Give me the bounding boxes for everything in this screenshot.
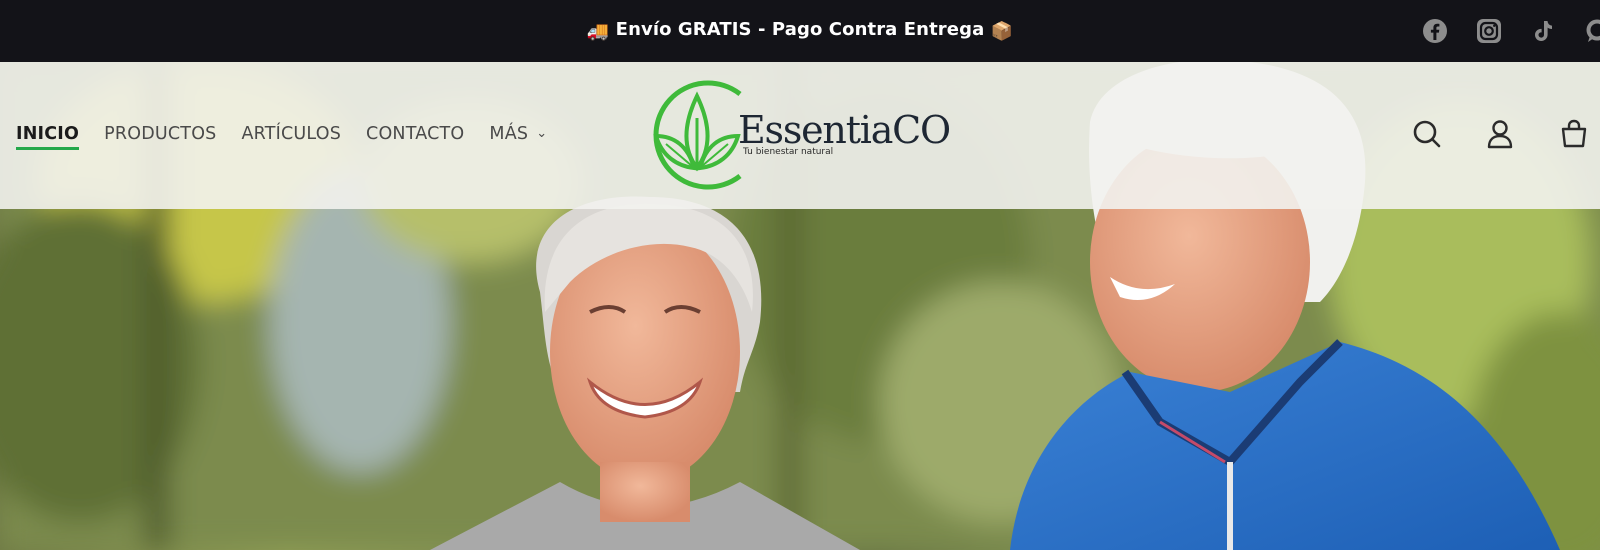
cart-icon[interactable] [1558, 118, 1590, 150]
whatsapp-icon[interactable] [1584, 18, 1600, 44]
announcement-text-row: 🚚 Envío GRATIS - Pago Contra Entrega 📦 [0, 19, 1600, 42]
social-links [1422, 18, 1600, 46]
chevron-down-icon: ⌄ [536, 126, 548, 141]
search-icon[interactable] [1411, 118, 1443, 150]
announcement-bar: 🚚 Envío GRATIS - Pago Contra Entrega 📦 [0, 0, 1600, 62]
nav-item-articulos[interactable]: ARTÍCULOS [241, 124, 341, 144]
brand-name[interactable]: EssentiaCO [738, 108, 951, 152]
tiktok-icon[interactable] [1530, 18, 1556, 44]
truck-emoji: 🚚 [586, 21, 610, 42]
nav-item-contacto[interactable]: CONTACTO [366, 124, 464, 144]
box-emoji: 📦 [990, 21, 1014, 42]
brand-tagline: Tu bienestar natural [743, 147, 834, 157]
nav-item-mas-label: MÁS [489, 124, 529, 144]
nav-item-inicio[interactable]: INICIO [16, 124, 80, 150]
facebook-icon[interactable] [1422, 18, 1448, 44]
nav-item-productos[interactable]: PRODUCTOS [104, 124, 216, 144]
account-icon[interactable] [1484, 118, 1516, 150]
announcement-text: Envío GRATIS - Pago Contra Entrega [615, 19, 985, 40]
main-nav: INICIO PRODUCTOS ARTÍCULOS CONTACTO MÁS ⌄ [16, 124, 572, 150]
instagram-icon[interactable] [1476, 18, 1502, 44]
nav-item-mas[interactable]: MÁS ⌄ [489, 124, 547, 144]
